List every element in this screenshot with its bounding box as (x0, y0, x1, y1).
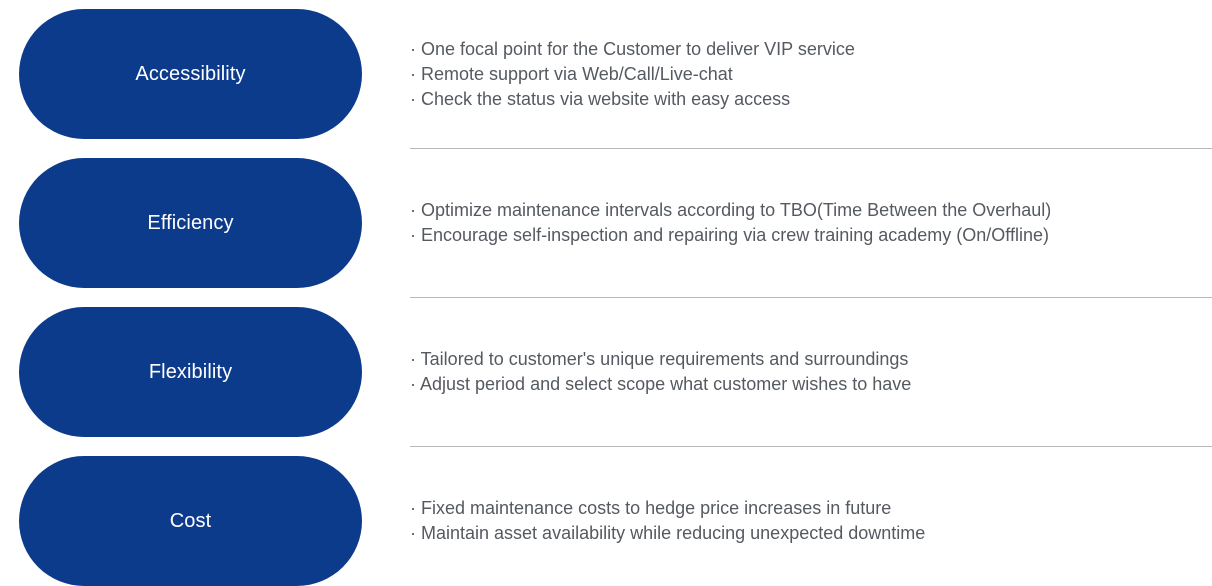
feature-description-flexibility: · Tailored to customer's unique requirem… (410, 307, 1212, 437)
feature-pill-accessibility: Accessibility (19, 9, 362, 139)
feature-row-cost: Cost · Fixed maintenance costs to hedge … (0, 456, 1212, 586)
feature-pill-flexibility: Flexibility (19, 307, 362, 437)
feature-pill-efficiency: Efficiency (19, 158, 362, 288)
feature-bullet: · One focal point for the Customer to de… (410, 38, 855, 59)
feature-bullet: · Fixed maintenance costs to hedge price… (410, 498, 892, 518)
feature-description-accessibility: · One focal point for the Customer to de… (410, 9, 1212, 139)
feature-description-cost: · Fixed maintenance costs to hedge price… (410, 456, 1212, 586)
feature-row-flexibility: Flexibility · Tailored to customer's uni… (0, 307, 1212, 437)
row-divider (410, 148, 1212, 149)
feature-row-efficiency: Efficiency · Optimize maintenance interv… (0, 158, 1212, 288)
feature-description-efficiency: · Optimize maintenance intervals accordi… (410, 158, 1212, 288)
feature-list: Accessibility · One focal point for the … (0, 0, 1212, 586)
feature-bullet: · Remote support via Web/Call/Live-chat (410, 63, 733, 84)
feature-row-accessibility: Accessibility · One focal point for the … (0, 9, 1212, 139)
feature-bullet: · Optimize maintenance intervals accordi… (410, 200, 1052, 220)
feature-pill-cost: Cost (19, 456, 362, 586)
row-divider (410, 297, 1212, 298)
feature-bullet: · Adjust period and select scope what cu… (410, 374, 912, 394)
feature-bullet: · Tailored to customer's unique requirem… (410, 349, 909, 369)
feature-bullet: · Check the status via website with easy… (410, 88, 791, 109)
row-divider (410, 446, 1212, 447)
feature-bullet: · Maintain asset availability while redu… (410, 523, 926, 543)
feature-bullet: · Encourage self-inspection and repairin… (410, 225, 1049, 245)
